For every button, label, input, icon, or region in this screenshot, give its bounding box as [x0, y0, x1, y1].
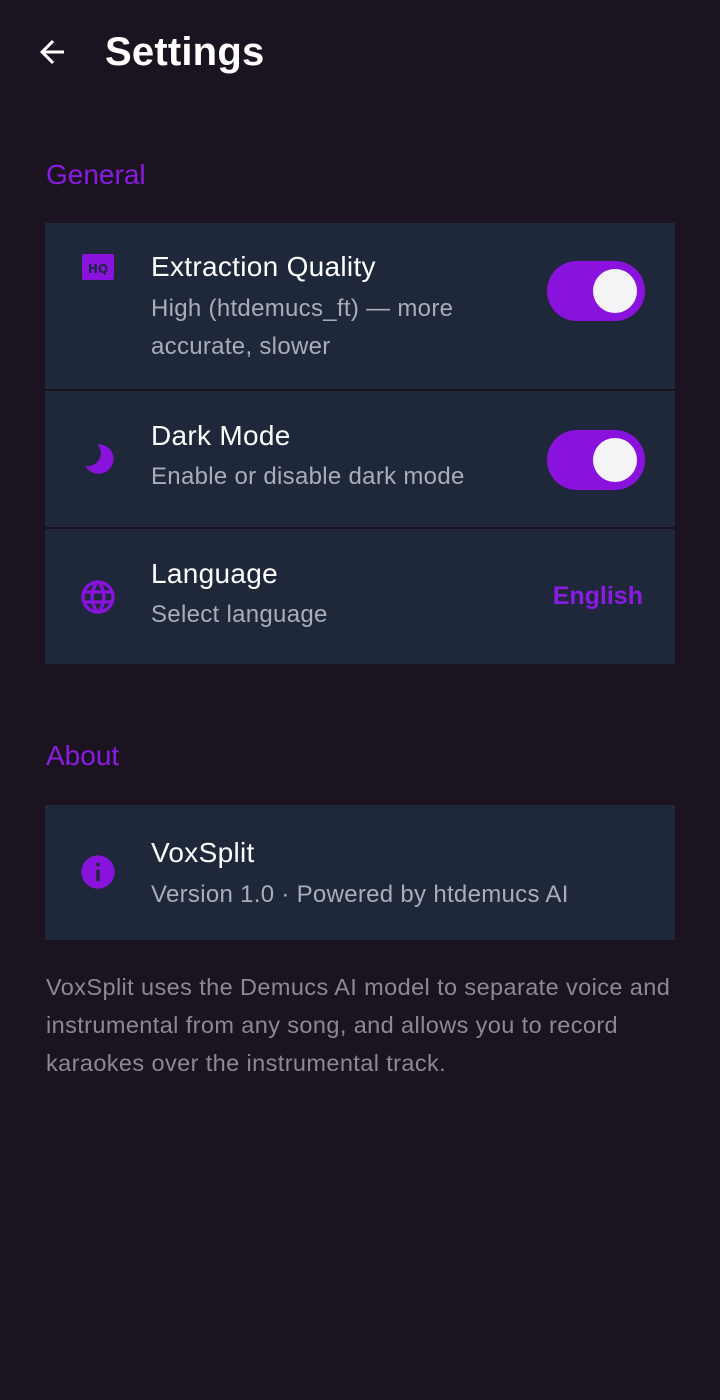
extraction-quality-toggle[interactable] [547, 261, 645, 321]
dark-mode-row[interactable]: Dark Mode Enable or disable dark mode [45, 391, 675, 527]
about-card: VoxSplit Version 1.0 · Powered by htdemu… [45, 805, 675, 940]
settings-screen: Settings General HQ Extraction Quality H… [0, 0, 720, 1400]
hq-icon: HQ [78, 248, 118, 288]
language-title: Language [151, 558, 278, 589]
dark-mode-toggle[interactable] [547, 430, 645, 490]
extraction-quality-subtitle-line2: accurate, slower [151, 333, 331, 360]
dark-mode-subtitle: Enable or disable dark mode [151, 463, 465, 490]
extraction-quality-row[interactable]: HQ Extraction Quality High (htdemucs_ft)… [45, 223, 675, 389]
language-subtitle: Select language [151, 601, 328, 628]
language-value[interactable]: English [553, 579, 643, 613]
dark-mode-title: Dark Mode [151, 420, 291, 451]
section-header-about: About [46, 740, 120, 771]
app-version: Version 1.0 · Powered by htdemucs AI [151, 881, 569, 908]
top-app-bar: Settings [0, 0, 720, 104]
section-header-general: General [46, 159, 146, 190]
about-description: VoxSplit uses the Demucs AI model to sep… [46, 974, 671, 1076]
info-icon [78, 852, 118, 892]
extraction-quality-subtitle-line1: High (htdemucs_ft) — more [151, 295, 454, 322]
page-title: Settings [105, 30, 265, 74]
globe-icon [78, 577, 118, 617]
svg-text:HQ: HQ [88, 262, 108, 276]
app-info-row[interactable]: VoxSplit Version 1.0 · Powered by htdemu… [45, 805, 675, 940]
back-button[interactable] [30, 30, 74, 74]
toggle-knob [593, 438, 637, 482]
language-row[interactable]: Language Select language English [45, 529, 675, 664]
general-settings-card: HQ Extraction Quality High (htdemucs_ft)… [45, 223, 675, 664]
app-name: VoxSplit [151, 837, 255, 868]
arrow-left-icon [40, 40, 64, 64]
moon-icon [78, 440, 118, 480]
toggle-knob [593, 269, 637, 313]
extraction-quality-title: Extraction Quality [151, 251, 376, 282]
